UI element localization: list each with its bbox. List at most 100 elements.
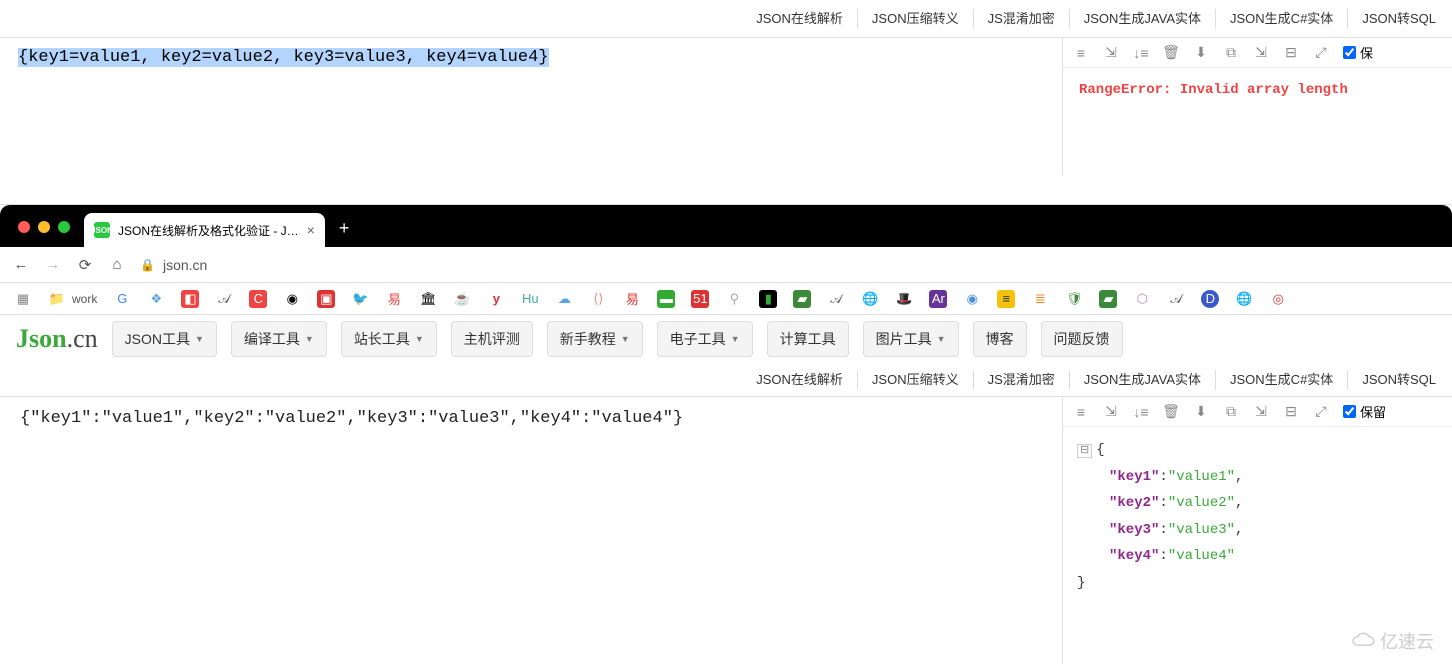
subtab-json-sql[interactable]: JSON转SQL <box>1348 9 1450 29</box>
bookmark-icon-26[interactable]: 🛡 <box>1065 290 1083 308</box>
bookmark-icon-30[interactable]: D <box>1201 290 1219 308</box>
expand-icon[interactable]: ⤢ <box>1313 45 1329 61</box>
subtab-js-obfuscate[interactable]: JS混淆加密 <box>974 9 1070 29</box>
bookmark-icon-31[interactable]: 🌐 <box>1235 290 1253 308</box>
expand-icon[interactable]: ⤢ <box>1313 404 1329 420</box>
menu-image-tools[interactable]: 图片工具▼ <box>863 321 959 357</box>
subtab-js-obfuscate[interactable]: JS混淆加密 <box>974 370 1070 390</box>
bookmark-icon-25[interactable]: ≡ <box>997 290 1015 308</box>
bookmark-icon-11[interactable]: Hu <box>521 290 539 308</box>
database-icon[interactable]: ≡ <box>1073 45 1089 61</box>
trash-icon[interactable]: 🗑 <box>1163 404 1179 420</box>
subtab-json-java[interactable]: JSON生成JAVA实体 <box>1070 370 1216 390</box>
home-icon[interactable]: ⌂ <box>108 256 126 273</box>
download-icon[interactable]: ⬇ <box>1193 45 1209 61</box>
subtab-json-java[interactable]: JSON生成JAVA实体 <box>1070 9 1216 29</box>
apps-icon[interactable]: ▦ <box>14 290 32 308</box>
bookmark-icon-29[interactable]: 𝒜 <box>1167 290 1185 308</box>
input-text[interactable]: {"key1":"value1","key2":"value2","key3":… <box>20 409 683 428</box>
bookmark-icon-14[interactable]: 易 <box>623 290 641 308</box>
bookmark-google-icon[interactable]: G <box>113 290 131 308</box>
tab-close-icon[interactable]: × <box>307 222 315 238</box>
menu-blog[interactable]: 博客 <box>973 321 1027 357</box>
subtab-json-compress[interactable]: JSON压缩转义 <box>858 9 974 29</box>
export-icon[interactable]: ⇲ <box>1103 45 1119 61</box>
minus-icon[interactable]: ⊟ <box>1283 404 1299 420</box>
menu-calc-tools[interactable]: 计算工具 <box>767 321 849 357</box>
new-tab-button[interactable]: + <box>339 218 350 239</box>
sort-icon[interactable]: ↓≡ <box>1133 404 1149 420</box>
bookmark-icon-12[interactable]: ☁ <box>555 290 573 308</box>
back-icon[interactable]: ← <box>12 256 30 273</box>
copy-icon[interactable]: ⧉ <box>1223 404 1239 420</box>
bookmark-icon-8[interactable]: 🏛 <box>419 290 437 308</box>
menu-tutorials[interactable]: 新手教程▼ <box>547 321 643 357</box>
minimize-window-icon[interactable] <box>38 221 50 233</box>
export-icon[interactable]: ⇲ <box>1103 404 1119 420</box>
sort-icon[interactable]: ↓≡ <box>1133 45 1149 61</box>
bookmark-icon-2[interactable]: ◧ <box>181 290 199 308</box>
save-checkbox[interactable]: 保 <box>1343 43 1373 62</box>
bookmark-icon-20[interactable]: 𝒜 <box>827 290 845 308</box>
bookmark-github-icon[interactable]: ◉ <box>283 290 301 308</box>
bookmark-icon-4[interactable]: C <box>249 290 267 308</box>
bookmark-icon-21[interactable]: 🌐 <box>861 290 879 308</box>
url-input[interactable]: 🔒 json.cn <box>140 257 1440 273</box>
upper-input-text[interactable]: {key1=value1, key2=value2, key3=value3, … <box>18 48 549 67</box>
collapse-toggle-icon[interactable]: ⊟ <box>1077 444 1092 458</box>
close-window-icon[interactable] <box>18 221 30 233</box>
bookmark-icon-27[interactable]: ▰ <box>1099 290 1117 308</box>
menu-host-review[interactable]: 主机评测 <box>451 321 533 357</box>
collapse-icon[interactable]: ⇲ <box>1253 45 1269 61</box>
input-pane[interactable]: {"key1":"value1","key2":"value2","key3":… <box>0 397 1062 664</box>
save-checkbox-input[interactable] <box>1343 405 1356 418</box>
database-icon[interactable]: ≡ <box>1073 404 1089 420</box>
menu-webmaster-tools[interactable]: 站长工具▼ <box>341 321 437 357</box>
subtab-json-parse[interactable]: JSON在线解析 <box>742 9 858 29</box>
folder-icon[interactable]: 📁 <box>48 290 66 308</box>
bookmark-icon-1[interactable]: ❖ <box>147 290 165 308</box>
menu-feedback[interactable]: 问题反馈 <box>1041 321 1123 357</box>
maximize-window-icon[interactable] <box>58 221 70 233</box>
bookmark-icon-3[interactable]: 𝒜 <box>215 290 233 308</box>
upper-input-pane[interactable]: {key1=value1, key2=value2, key3=value3, … <box>0 38 1062 175</box>
menu-compile-tools[interactable]: 编译工具▼ <box>231 321 327 357</box>
bookmark-icon-23[interactable]: Ar <box>929 290 947 308</box>
bookmark-icon-19[interactable]: ▰ <box>793 290 811 308</box>
bookmark-icon-6[interactable]: 🐦 <box>351 290 369 308</box>
download-icon[interactable]: ⬇ <box>1193 404 1209 420</box>
collapse-icon[interactable]: ⇲ <box>1253 404 1269 420</box>
bookmark-icon-13[interactable]: ⟨⟩ <box>589 290 607 308</box>
reload-icon[interactable]: ⟳ <box>76 256 94 274</box>
trash-icon[interactable]: 🗑 <box>1163 45 1179 61</box>
save-checkbox-input[interactable] <box>1343 46 1356 59</box>
minus-icon[interactable]: ⊟ <box>1283 45 1299 61</box>
bookmark-icon-32[interactable]: ◎ <box>1269 290 1287 308</box>
menu-electronic-tools[interactable]: 电子工具▼ <box>657 321 753 357</box>
menu-json-tools[interactable]: JSON工具▼ <box>112 321 217 357</box>
bookmark-work[interactable]: work <box>72 292 97 306</box>
subtab-json-compress[interactable]: JSON压缩转义 <box>858 370 974 390</box>
tab-favicon-icon: JSON <box>94 222 110 238</box>
bookmark-icon-5[interactable]: ▣ <box>317 290 335 308</box>
bookmark-icon-7[interactable]: 易 <box>385 290 403 308</box>
bookmark-icon-10[interactable]: y <box>487 290 505 308</box>
bookmark-icon-18[interactable]: ▮ <box>759 290 777 308</box>
bookmark-icon-15[interactable]: ▬ <box>657 290 675 308</box>
subtab-json-sql[interactable]: JSON转SQL <box>1348 370 1450 390</box>
bookmark-icon-28[interactable]: ⬡ <box>1133 290 1151 308</box>
bookmark-icon-22[interactable]: 🎩 <box>895 290 913 308</box>
subtab-json-csharp[interactable]: JSON生成C#实体 <box>1216 370 1348 390</box>
logo[interactable]: Json.cn <box>16 324 98 354</box>
browser-tab-active[interactable]: JSON JSON在线解析及格式化验证 - J… × <box>84 213 325 247</box>
bookmark-icon-24[interactable]: ◉ <box>963 290 981 308</box>
bookmark-icon-9[interactable]: ☕ <box>453 290 471 308</box>
bookmark-icon-17[interactable]: ⚲ <box>725 290 743 308</box>
subtab-json-parse[interactable]: JSON在线解析 <box>742 370 858 390</box>
subtab-json-csharp[interactable]: JSON生成C#实体 <box>1216 9 1348 29</box>
bookmark-stackoverflow-icon[interactable]: ≣ <box>1031 290 1049 308</box>
copy-icon[interactable]: ⧉ <box>1223 45 1239 61</box>
bookmark-icon-16[interactable]: 51 <box>691 290 709 308</box>
address-bar: ← → ⟳ ⌂ 🔒 json.cn <box>0 247 1452 283</box>
save-checkbox[interactable]: 保留 <box>1343 402 1386 421</box>
